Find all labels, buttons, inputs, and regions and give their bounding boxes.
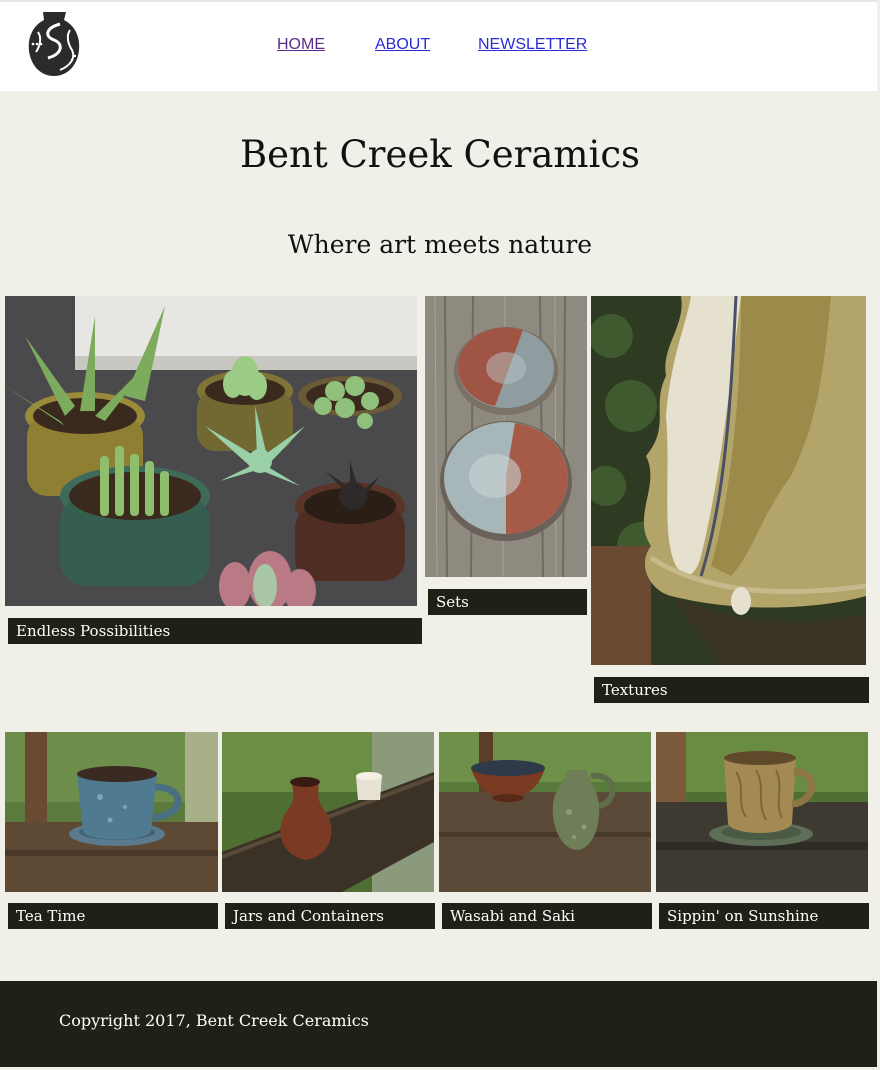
nav-home-link[interactable]: HOME (277, 36, 325, 54)
nav-about-link[interactable]: ABOUT (375, 36, 430, 54)
wasabi-saki-photo[interactable] (439, 732, 651, 892)
nav-newsletter-link[interactable]: NEWSLETTER (478, 36, 587, 54)
succulents-photo[interactable] (5, 296, 417, 606)
site-header: HOME ABOUT NEWSLETTER (0, 0, 877, 91)
caption-wasabi-and-saki: Wasabi and Saki (442, 903, 652, 929)
textured-platter-photo[interactable] (591, 296, 866, 665)
caption-jars-and-containers: Jars and Containers (225, 903, 435, 929)
page-title: Bent Creek Ceramics (239, 133, 641, 176)
caption-sippin-on-sunshine: Sippin' on Sunshine (659, 903, 869, 929)
tea-cup-photo[interactable] (5, 732, 218, 892)
jar-photo[interactable] (222, 732, 434, 892)
vase-logo-icon[interactable] (26, 10, 82, 78)
caption-sets: Sets (428, 589, 587, 615)
page-tagline: Where art meets nature (287, 230, 593, 259)
caption-textures: Textures (594, 677, 869, 703)
caption-endless-possibilities: Endless Possibilities (8, 618, 422, 644)
site-footer: Copyright 2017, Bent Creek Ceramics (0, 981, 877, 1067)
caption-tea-time: Tea Time (8, 903, 218, 929)
mug-photo[interactable] (656, 732, 868, 892)
copyright-text: Copyright 2017, Bent Creek Ceramics (59, 1011, 369, 1030)
bowls-set-photo[interactable] (425, 296, 587, 577)
